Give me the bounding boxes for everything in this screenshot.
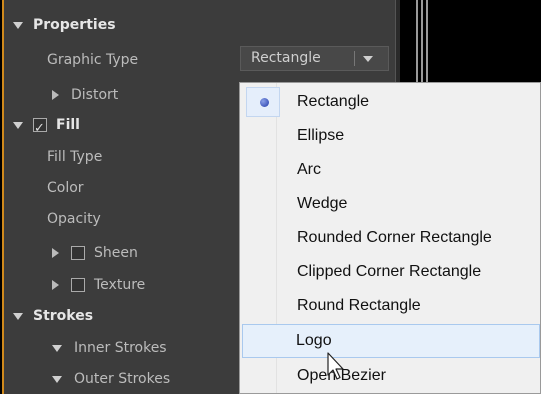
graphic-type-value: Rectangle [251,50,321,66]
expand-triangle-icon[interactable] [13,21,23,29]
menu-item-label: Rectangle [297,93,370,110]
menu-item-round-rectangle[interactable]: Round Rectangle [243,289,539,323]
menu-item-arc[interactable]: Arc [243,153,539,187]
fill-checkbox[interactable] [33,114,47,144]
expand-triangle-icon[interactable] [13,312,23,320]
viewport-frame-edge [416,0,428,90]
menu-item-wedge[interactable]: Wedge [243,187,539,221]
menu-item-rectangle[interactable]: Rectangle [243,85,539,119]
menu-item-rounded-corner-rectangle[interactable]: Rounded Corner Rectangle [243,221,539,255]
panel-left-border [0,0,4,394]
distort-label: Distort [71,87,119,103]
menu-item-label: Clipped Corner Rectangle [297,263,482,280]
menu-item-clipped-corner-rectangle[interactable]: Clipped Corner Rectangle [243,255,539,289]
menu-item-open-bezier[interactable]: Open Bezier [243,359,539,393]
menu-item-ellipse[interactable]: Ellipse [243,119,539,153]
menu-item-label: Ellipse [297,127,345,144]
strokes-section-header[interactable]: Strokes [13,301,93,331]
fill-type-label: Fill Type [47,149,103,165]
sheen-checkbox[interactable] [71,246,85,260]
collapse-triangle-icon[interactable] [52,280,59,290]
sheen-row[interactable]: Sheen [52,238,138,268]
expand-triangle-icon[interactable] [13,121,23,129]
mouse-pointer-icon [327,352,344,380]
collapse-triangle-icon[interactable] [52,248,59,258]
outer-strokes-row[interactable]: Outer Strokes [52,364,170,394]
menu-item-label: Wedge [297,195,348,212]
dropdown-separator [354,51,355,66]
properties-section-header[interactable]: Properties [13,10,116,40]
properties-header-label: Properties [33,17,116,33]
color-label: Color [47,180,84,196]
texture-label: Texture [94,277,146,293]
expand-triangle-icon[interactable] [52,375,62,383]
inner-strokes-label: Inner Strokes [74,340,167,356]
opacity-label: Opacity [47,211,101,227]
menu-item-label: Arc [297,161,321,178]
fill-header-label: Fill [56,117,80,133]
menu-item-label: Round Rectangle [297,297,421,314]
radio-selected-icon [260,98,269,107]
texture-row[interactable]: Texture [52,270,145,300]
sheen-label: Sheen [94,245,138,261]
menu-item-label: Rounded Corner Rectangle [297,229,492,246]
fill-section-header[interactable]: Fill [13,110,80,144]
graphic-type-label: Graphic Type [47,52,139,68]
texture-checkbox[interactable] [71,278,85,292]
graphic-type-dropdown[interactable]: Rectangle [240,46,389,71]
chevron-down-icon[interactable] [363,56,373,62]
menu-item-label: Logo [296,332,332,349]
distort-row[interactable]: Distort [52,80,118,110]
inner-strokes-row[interactable]: Inner Strokes [52,333,167,363]
strokes-header-label: Strokes [33,308,94,324]
collapse-triangle-icon[interactable] [52,90,59,100]
graphic-type-menu: Rectangle Ellipse Arc Wedge Rounded Corn… [239,82,541,394]
menu-item-logo[interactable]: Logo [242,324,540,358]
expand-triangle-icon[interactable] [52,344,62,352]
outer-strokes-label: Outer Strokes [74,371,171,387]
